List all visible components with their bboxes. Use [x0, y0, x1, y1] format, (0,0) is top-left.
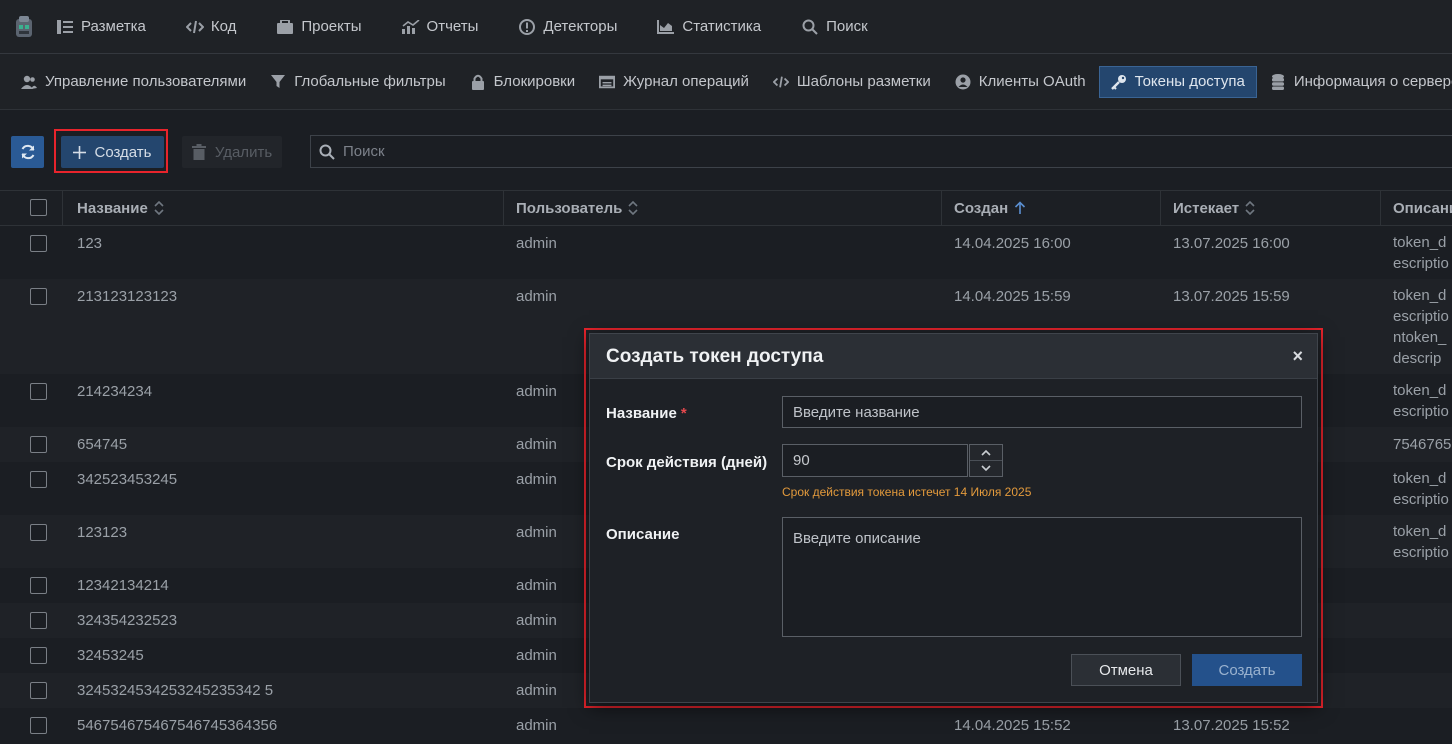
dialog-header: Создать токен доступа ×: [590, 334, 1317, 379]
expiry-days-input[interactable]: [782, 444, 968, 477]
name-label-text: Название: [606, 405, 677, 422]
name-field-label: Название *: [606, 405, 687, 422]
modal-overlay: Создать токен доступа × Название* Срок д…: [0, 0, 1452, 744]
chevron-down-icon[interactable]: [970, 461, 1002, 476]
dialog-title: Создать токен доступа: [606, 346, 824, 367]
expiry-stepper: [969, 444, 1003, 477]
token-name-input[interactable]: [782, 396, 1302, 428]
cancel-button[interactable]: Отмена: [1071, 654, 1181, 686]
description-textarea[interactable]: [782, 517, 1302, 637]
description-field-label: Описание: [606, 526, 680, 543]
required-marker: *: [680, 405, 687, 422]
submit-create-button[interactable]: Создать: [1192, 654, 1302, 686]
expiry-hint: Срок действия токена истечет 14 Июля 202…: [782, 485, 1032, 499]
close-icon[interactable]: ×: [1292, 346, 1303, 367]
expiry-field-label: Срок действия (дней): [606, 454, 768, 471]
chevron-up-icon[interactable]: [970, 445, 1002, 461]
create-token-dialog: Создать токен доступа × Название* Срок д…: [589, 333, 1318, 703]
